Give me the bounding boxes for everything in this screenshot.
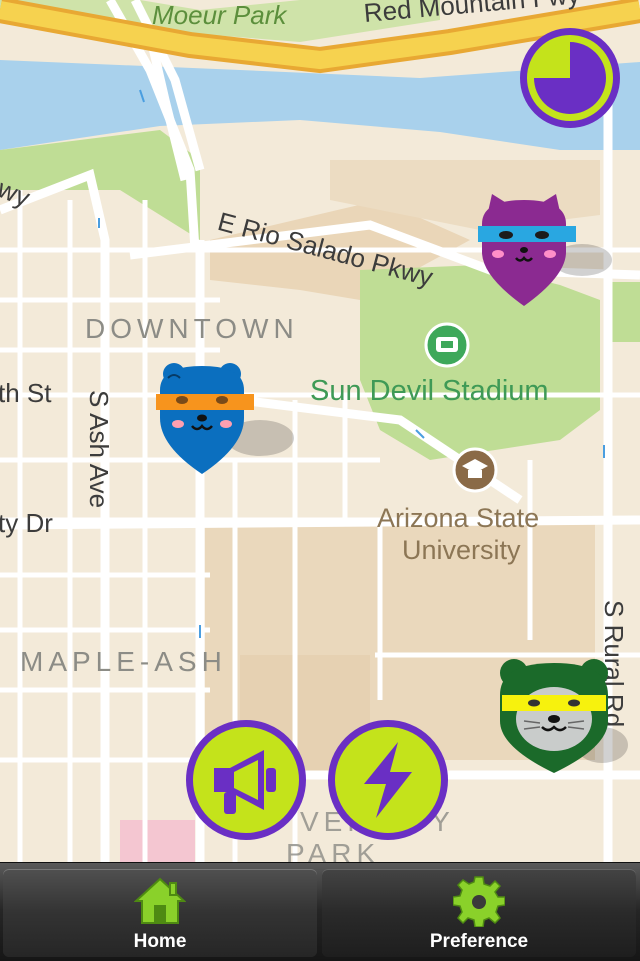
timer-button[interactable] xyxy=(520,28,620,128)
timer-pie-icon xyxy=(534,42,606,114)
lightning-icon xyxy=(364,742,412,818)
tab-bar: Home Preference xyxy=(0,862,640,961)
announce-button[interactable] xyxy=(186,720,306,840)
map-view[interactable]: Moeur Park Red Mountain Fwy wy E Rio Sal… xyxy=(0,0,640,868)
megaphone-icon xyxy=(214,750,276,814)
tab-home[interactable]: Home xyxy=(3,869,317,957)
marker-cat-purple[interactable] xyxy=(474,190,619,310)
tab-preference[interactable]: Preference xyxy=(322,869,636,957)
gear-icon xyxy=(453,876,505,927)
map-label-downtown: DOWNTOWN xyxy=(85,313,299,344)
tab-preference-label: Preference xyxy=(429,931,529,952)
marker-otter-green[interactable] xyxy=(494,655,639,780)
map-label-asu-line2: University xyxy=(402,535,521,565)
map-label-stadium: Sun Devil Stadium xyxy=(310,375,549,407)
map-label-th-st: th St xyxy=(0,378,52,408)
stadium-icon xyxy=(424,322,470,368)
map-label-maple-ash: MAPLE-ASH xyxy=(20,646,227,677)
tab-home-label: Home xyxy=(133,931,187,952)
marker-bear-blue[interactable] xyxy=(152,360,297,480)
map-label-ash-ave: S Ash Ave xyxy=(84,390,114,509)
map-label-ty-dr: ty Dr xyxy=(0,508,53,538)
university-icon xyxy=(452,447,498,493)
house-icon xyxy=(134,877,186,924)
map-label-asu-line1: Arizona State xyxy=(377,503,540,533)
power-button[interactable] xyxy=(328,720,448,840)
map-label-moeur-park: Moeur Park xyxy=(152,0,287,30)
